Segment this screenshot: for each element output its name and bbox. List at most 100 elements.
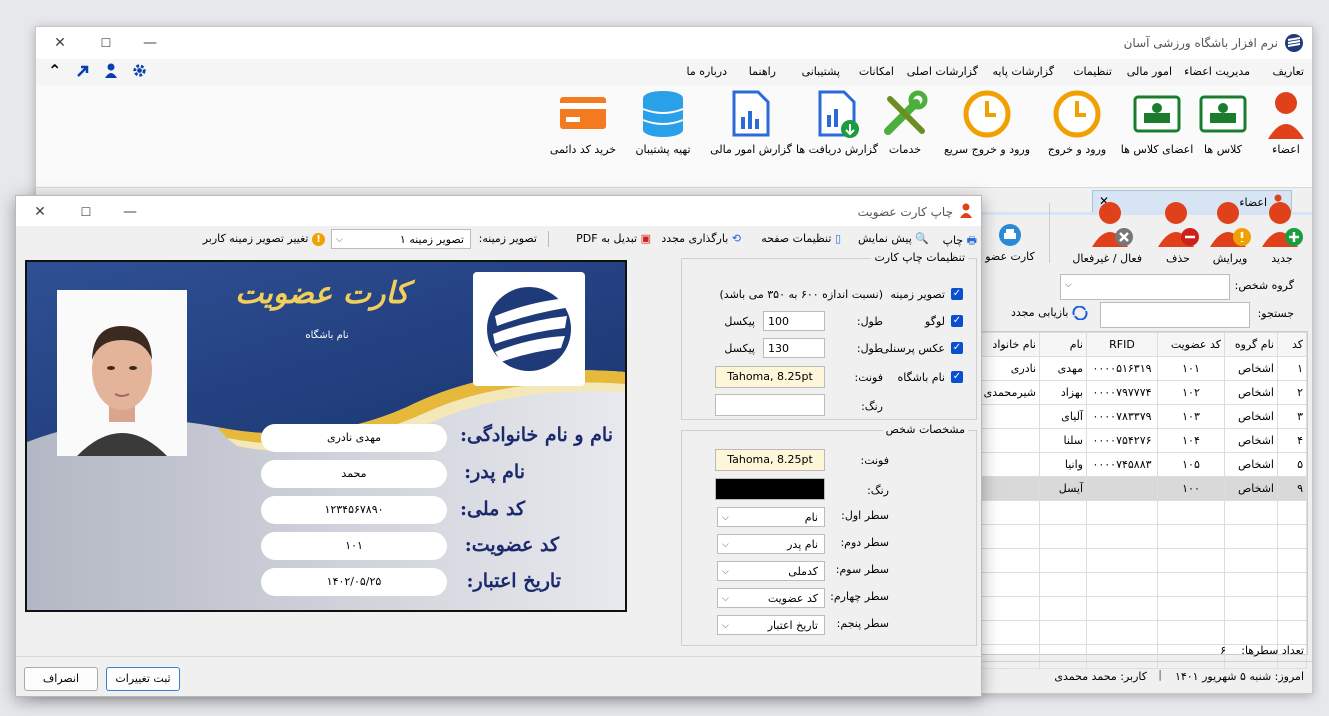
- pdf-icon: ▣: [640, 232, 651, 245]
- user-icon[interactable]: [104, 63, 118, 78]
- card-club-name: نام باشگاه: [305, 330, 349, 341]
- change-bg-button[interactable]: ! تغییر تصویر زمینه کاربر: [203, 232, 325, 246]
- menu-support[interactable]: پشتیبانی: [802, 65, 840, 78]
- person-font-button[interactable]: Tahoma, 8.25pt: [715, 449, 825, 471]
- photo-length-input[interactable]: 130: [763, 338, 825, 358]
- menu-about[interactable]: درباره ما: [687, 65, 727, 78]
- preview-button[interactable]: 🔍 پیش نمایش: [858, 232, 929, 245]
- page-settings-button[interactable]: ▯ تنظیمات صفحه: [761, 232, 841, 245]
- class-board-icon: [1133, 95, 1181, 133]
- table-row: [975, 524, 1307, 549]
- card-value-expiry: ۱۴۰۲/۰۵/۲۵: [261, 568, 447, 596]
- club-font-button[interactable]: Tahoma, 8.25pt: [715, 366, 825, 388]
- logo-checkbox[interactable]: ✓: [951, 315, 963, 327]
- minimize-icon[interactable]: —: [140, 33, 160, 53]
- status-user: کاربر: محمد محمدی: [1054, 670, 1147, 683]
- menu-members[interactable]: مدیریت اعضاء: [1184, 65, 1250, 78]
- status-divider: |: [1158, 668, 1162, 681]
- logo-length-input[interactable]: 100: [763, 311, 825, 331]
- person-disable-icon: [1092, 202, 1133, 247]
- menu-basic-reports[interactable]: گزارشات پایه: [993, 65, 1054, 78]
- club-name-checkbox[interactable]: ✓: [951, 371, 963, 383]
- person-icon: [960, 203, 972, 218]
- ribbon-services-button[interactable]: خدمات: [880, 89, 930, 156]
- row-count-label: تعداد سطرها:: [1241, 644, 1304, 657]
- reload-button[interactable]: بازیابی مجدد: [1011, 305, 1088, 321]
- table-row[interactable]: ۳ اشخاص ۱۰۳ ۰۰۰۰۷۸۳۳۷۹ آلیای: [975, 404, 1307, 429]
- toggle-active-button[interactable]: فعال / غیرفعال: [1072, 199, 1142, 265]
- line3-select[interactable]: کدملی ⌵: [717, 561, 825, 581]
- maximize-icon[interactable]: ☐: [96, 33, 116, 53]
- menu-features[interactable]: امکانات: [859, 65, 894, 78]
- pdf-button[interactable]: ▣ تبدیل به PDF: [576, 232, 651, 245]
- ribbon-finance-report-button[interactable]: گزارش امور مالی: [710, 89, 792, 156]
- col-name[interactable]: نام: [1039, 332, 1087, 357]
- grid-header: کد نام گروه کد عضویت RFID نام نام خانواد: [975, 332, 1307, 357]
- save-button[interactable]: ثبت تغییرات: [106, 667, 180, 691]
- ribbon-receipts-report-button[interactable]: گزارش دریافت ها: [796, 89, 878, 156]
- menu-definitions[interactable]: تعاریف: [1273, 65, 1304, 78]
- line1-select[interactable]: نام ⌵: [717, 507, 825, 527]
- collapse-ribbon-icon[interactable]: ⌃: [48, 61, 61, 80]
- col-rfid[interactable]: RFID: [1086, 332, 1158, 357]
- member-photo: [57, 290, 187, 456]
- menu-finance[interactable]: امور مالی: [1127, 65, 1172, 78]
- club-logo-icon: [487, 287, 571, 371]
- member-photo-image: [57, 290, 187, 456]
- ribbon-class-members-button[interactable]: اعضای کلاس ها: [1121, 89, 1193, 156]
- table-row[interactable]: ۱ اشخاص ۱۰۱ ۰۰۰۰۵۱۶۳۱۹ مهدی نادری: [975, 356, 1307, 381]
- person-warning-icon: [1210, 202, 1251, 247]
- dialog-minimize-icon[interactable]: —: [120, 202, 140, 222]
- person-icon: [1268, 92, 1304, 139]
- table-row[interactable]: ۵ اشخاص ۱۰۵ ۰۰۰۰۷۴۵۸۸۳ وانیا: [975, 452, 1307, 477]
- col-membership-code[interactable]: کد عضویت: [1157, 332, 1225, 357]
- menu-main-reports[interactable]: گزارشات اصلی: [907, 65, 978, 78]
- table-row[interactable]: ۴ اشخاص ۱۰۴ ۰۰۰۰۷۵۴۲۷۶ سلنا: [975, 428, 1307, 453]
- person-color-button[interactable]: [715, 478, 825, 500]
- club-color-button[interactable]: [715, 394, 825, 416]
- dialog-maximize-icon[interactable]: ☐: [76, 202, 96, 222]
- ribbon-members-button[interactable]: اعضاء: [1266, 89, 1306, 156]
- edit-member-button[interactable]: ویرایش: [1208, 199, 1252, 265]
- new-member-button[interactable]: جدید: [1260, 199, 1304, 265]
- preview-icon: 🔍: [915, 232, 929, 245]
- bg-image-note: (نسبت اندازه ۶۰۰ به ۳۵۰ می باشد): [719, 288, 883, 301]
- credit-card-icon: [560, 97, 606, 129]
- search-input[interactable]: [1100, 302, 1250, 328]
- cancel-button[interactable]: انصراف: [24, 667, 98, 691]
- col-group[interactable]: نام گروه: [1224, 332, 1278, 357]
- print-button[interactable]: 🖶 چاپ: [943, 232, 977, 251]
- ribbon-backup-button[interactable]: تهیه پشتیبان: [635, 89, 691, 156]
- table-row[interactable]: ۲ اشخاص ۱۰۲ ۰۰۰۰۷۹۷۷۷۴ بهزاد شیرمحمدی: [975, 380, 1307, 405]
- line2-select[interactable]: نام پدر ⌵: [717, 534, 825, 554]
- ribbon-entry-exit-button[interactable]: ورود و خروج: [1048, 89, 1106, 156]
- photo-checkbox[interactable]: ✓: [951, 342, 963, 354]
- dialog-close-icon[interactable]: ✕: [30, 202, 50, 222]
- close-icon[interactable]: ✕: [50, 33, 70, 53]
- bg-image-checkbox[interactable]: ✓: [951, 288, 963, 300]
- warning-icon: !: [312, 233, 325, 246]
- ribbon-quick-entry-button[interactable]: ورود و خروج سریع: [944, 89, 1030, 156]
- table-row-selected[interactable]: ۹ اشخاص ۱۰۰ آیسل: [975, 476, 1307, 501]
- card-label-full-name: نام و نام خانوادگی:: [460, 424, 613, 446]
- member-card-button[interactable]: کارت عضو: [982, 223, 1038, 263]
- delete-member-button[interactable]: حذف: [1156, 199, 1200, 265]
- line5-select[interactable]: تاریخ اعتبار ⌵: [717, 615, 825, 635]
- report-chart-icon: [732, 90, 770, 137]
- col-family[interactable]: نام خانواد: [975, 332, 1040, 357]
- reload-button[interactable]: ⟲ بارگذاری مجدد: [661, 232, 741, 245]
- gear-icon[interactable]: [132, 63, 147, 78]
- dialog-toolbar: 🖶 چاپ 🔍 پیش نمایش ▯ تنظیمات صفحه ⟲ بارگذ…: [16, 226, 981, 252]
- toolbar-separator: [548, 231, 549, 247]
- col-code[interactable]: کد: [1277, 332, 1307, 357]
- group-select[interactable]: ⌵: [1060, 274, 1230, 300]
- ribbon-classes-button[interactable]: کلاس ها: [1198, 89, 1248, 156]
- tools-icon: [884, 90, 928, 135]
- menu-help[interactable]: راهنما: [749, 65, 776, 78]
- line4-select[interactable]: کد عضویت ⌵: [717, 588, 825, 608]
- ribbon-buy-code-button[interactable]: خرید کد دائمی: [550, 89, 616, 156]
- menu-settings[interactable]: تنظیمات: [1073, 65, 1112, 78]
- refresh-icon: [1072, 305, 1088, 321]
- bg-image-select[interactable]: تصویر زمینه ۱ ⌵: [331, 229, 471, 249]
- arrow-up-right-icon[interactable]: [76, 64, 90, 78]
